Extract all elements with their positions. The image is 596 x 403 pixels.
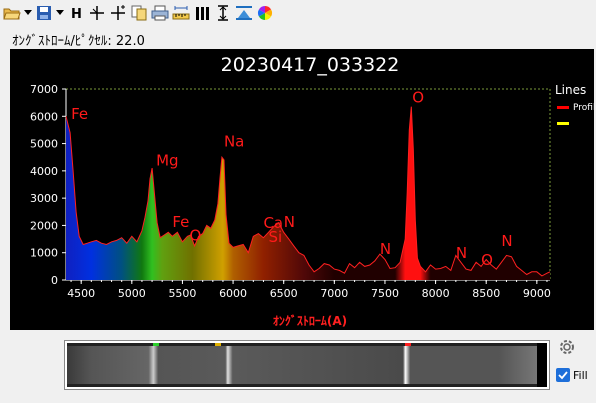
fill-checkbox[interactable]: Fill (556, 368, 588, 382)
y-tick-label: 4000 (30, 165, 58, 178)
line-annotation: O (481, 251, 493, 269)
x-tick-label: 9000 (523, 287, 551, 300)
print-icon[interactable] (150, 3, 170, 23)
line-annotation: N (501, 232, 512, 250)
series-profile-area (66, 106, 550, 280)
x-tick-label: 5000 (118, 287, 146, 300)
line-annotation: N (380, 240, 391, 258)
spectrum-image-strip[interactable] (64, 340, 550, 390)
svg-text:H: H (71, 7, 82, 21)
crosshair-icon[interactable] (87, 3, 107, 23)
checkbox-checked-icon[interactable] (556, 368, 570, 382)
line-annotation: O (190, 226, 202, 244)
flip-icon[interactable] (234, 3, 254, 23)
line-annotation: Na (224, 132, 244, 150)
line-annotation: O (412, 89, 424, 107)
pixel-scale-separator: : (107, 34, 116, 49)
y-tick-label: 6000 (30, 110, 58, 123)
chart-title: 20230417_033322 (221, 54, 400, 76)
copy-icon[interactable] (129, 3, 149, 23)
save-disk-icon[interactable] (34, 3, 54, 23)
y-tick-label: 7000 (30, 83, 58, 96)
x-tick-label: 6500 (270, 287, 298, 300)
line-annotation: Si (269, 228, 283, 246)
y-tick-label: 5000 (30, 138, 58, 151)
y-tick-label: 2000 (30, 219, 58, 232)
line-annotation: N (456, 244, 467, 262)
pixel-scale-readout: ｵﾝｸﾞｽﾄﾛｰﾑ/ﾋﾟｸｾﾙ: 22.0 (12, 30, 145, 49)
spectrum-chart[interactable]: 20230417_033322 0 1000 2000 3000 4000 5000 600… (10, 49, 594, 330)
x-tick-label: 4500 (67, 287, 95, 300)
pixel-scale-label: ｵﾝｸﾞｽﾄﾛｰﾑ/ﾋﾟｸｾﾙ (12, 34, 108, 49)
toolbar: H (0, 0, 596, 26)
spectrum-image (67, 343, 547, 387)
open-folder-icon[interactable] (2, 3, 22, 23)
legend-swatch (557, 122, 569, 125)
line-annotation: Fe (71, 105, 88, 123)
bars-icon[interactable] (192, 3, 212, 23)
vertical-arrows-icon[interactable] (213, 3, 233, 23)
line-annotation: N (284, 213, 295, 231)
crosshair-plus-icon[interactable] (108, 3, 128, 23)
ruler-icon[interactable] (171, 3, 191, 23)
x-tick-label: 8500 (472, 287, 500, 300)
spectrum-chart-svg: 20230417_033322 0 1000 2000 3000 4000 5000 600… (30, 54, 594, 328)
settings-gear-icon[interactable] (558, 338, 576, 356)
line-annotation: Mg (156, 151, 178, 169)
legend-swatch (557, 106, 569, 109)
x-tick-label: 8000 (422, 287, 450, 300)
dropdown-arrow-icon[interactable] (55, 3, 65, 23)
legend-title: Lines (555, 83, 586, 97)
y-tick-label: 1000 (30, 247, 58, 260)
x-tick-label: 5500 (168, 287, 196, 300)
x-axis-label: ｵﾝｸﾞｽﾄﾛｰﾑ(A) (273, 313, 347, 328)
color-wheel-icon[interactable] (255, 3, 275, 23)
legend-entry-label: Profile (573, 103, 594, 113)
y-tick-label: 0 (51, 274, 58, 287)
fill-label: Fill (573, 368, 588, 382)
x-tick-label: 6000 (219, 287, 247, 300)
y-tick-label: 3000 (30, 192, 58, 205)
x-tick-label: 7000 (320, 287, 348, 300)
h-marker-icon[interactable]: H (66, 3, 86, 23)
dropdown-arrow-icon[interactable] (23, 3, 33, 23)
pixel-scale-value: 22.0 (115, 34, 145, 49)
x-tick-label: 7500 (371, 287, 399, 300)
line-annotation: Fe (172, 213, 189, 231)
